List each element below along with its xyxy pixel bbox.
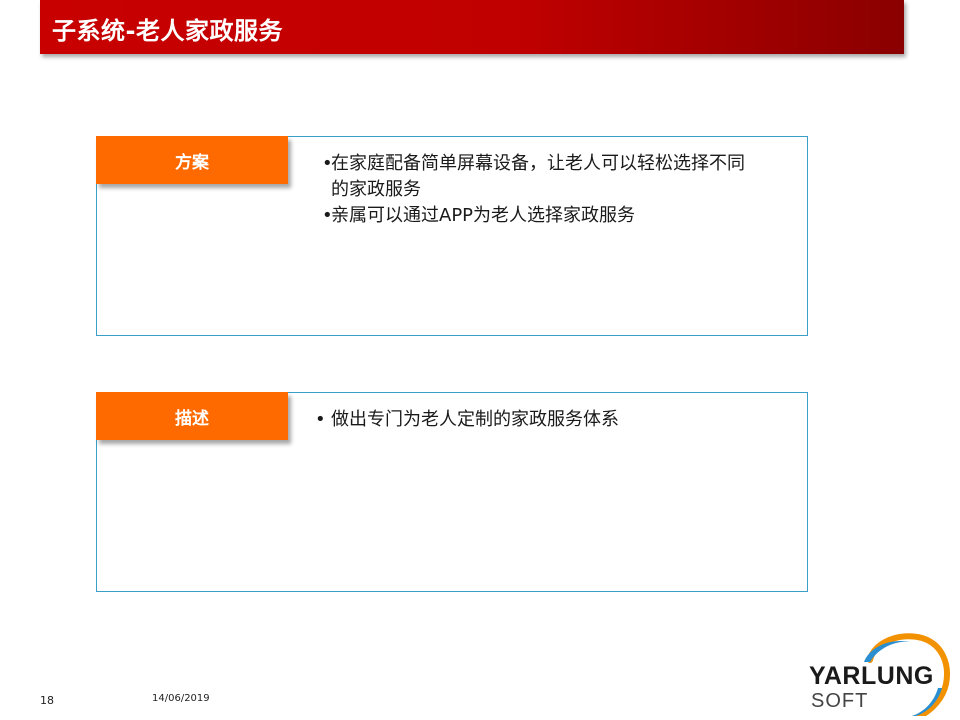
title-bar: 子系统-老人家政服务 bbox=[40, 0, 904, 54]
logo-subtext: SOFT bbox=[811, 690, 869, 712]
bullet-item: 在家庭配备简单屏幕设备，让老人可以轻松选择不同的家政服务 bbox=[322, 151, 762, 203]
bullet-list: 做出专门为老人定制的家政服务体系 bbox=[315, 407, 755, 433]
slide-title: 子系统-老人家政服务 bbox=[52, 17, 283, 45]
section-tab-description: 描述 bbox=[96, 392, 288, 440]
bullet-item: 亲属可以通过APP为老人选择家政服务 bbox=[322, 203, 762, 229]
section-panel-plan: 方案 在家庭配备简单屏幕设备，让老人可以轻松选择不同的家政服务 亲属可以通过AP… bbox=[96, 136, 808, 336]
page-number: 18 bbox=[40, 694, 54, 707]
company-logo: YARLUNG SOFT bbox=[800, 632, 952, 716]
bullet-list: 在家庭配备简单屏幕设备，让老人可以轻松选择不同的家政服务 亲属可以通过APP为老… bbox=[322, 151, 762, 229]
section-tab-label: 描述 bbox=[175, 408, 209, 429]
footer-date: 14/06/2019 bbox=[152, 693, 210, 704]
bullet-item: 做出专门为老人定制的家政服务体系 bbox=[315, 407, 755, 433]
section-tab-plan: 方案 bbox=[96, 136, 288, 184]
section-panel-description: 描述 做出专门为老人定制的家政服务体系 bbox=[96, 392, 808, 592]
logo-wordmark: YARLUNG bbox=[809, 662, 934, 690]
section-tab-label: 方案 bbox=[175, 152, 209, 173]
